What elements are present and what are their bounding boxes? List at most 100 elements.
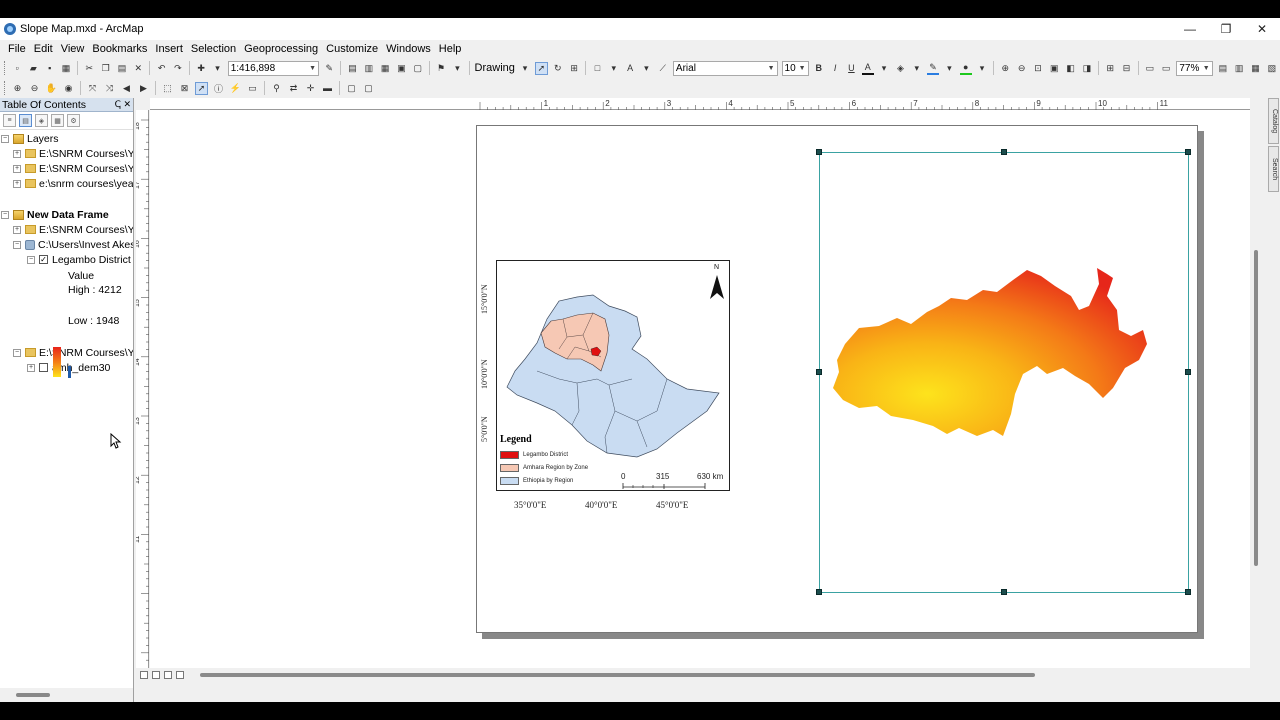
- layers-group-row[interactable]: − Layers: [1, 131, 59, 146]
- resize-handle[interactable]: [1185, 149, 1191, 155]
- find-route-icon[interactable]: ⇄: [287, 82, 300, 95]
- arctoolbox-icon[interactable]: ▣: [395, 62, 407, 75]
- resize-handle[interactable]: [1185, 369, 1191, 375]
- chevron-down-icon[interactable]: ▾: [976, 62, 988, 75]
- fixed-zoom-out-icon[interactable]: ⤨: [103, 82, 116, 95]
- rotate-icon[interactable]: ↻: [552, 62, 564, 75]
- scrollbar-thumb[interactable]: [16, 693, 50, 697]
- select-features-icon[interactable]: ⬚: [161, 82, 174, 95]
- redo-icon[interactable]: ↷: [172, 62, 184, 75]
- save-icon[interactable]: ▪: [44, 62, 56, 75]
- chevron-down-icon[interactable]: ▾: [878, 62, 890, 75]
- toolbar-grip[interactable]: [4, 61, 7, 75]
- search-tab[interactable]: Search: [1268, 146, 1279, 192]
- list-by-visibility-icon[interactable]: ◈: [35, 114, 48, 127]
- legambo-layer-row[interactable]: − ✓ Legambo District: [27, 252, 131, 267]
- previous-extent-icon[interactable]: ◧: [1064, 62, 1076, 75]
- bold-button[interactable]: B: [813, 62, 825, 75]
- chevron-down-icon[interactable]: ▾: [640, 62, 652, 75]
- toolbar-grip[interactable]: [4, 81, 7, 95]
- export-icon[interactable]: ▧: [1266, 62, 1278, 75]
- layout-toolbar-icon[interactable]: ▦: [1249, 62, 1261, 75]
- font-name-combo[interactable]: Arial ▼: [672, 60, 778, 76]
- rectangle-icon[interactable]: □: [591, 62, 603, 75]
- hyperlink-icon[interactable]: ⚡: [229, 82, 242, 95]
- layout-page[interactable]: N Legend Legambo District Amhara Region …: [476, 125, 1198, 633]
- data-view-button[interactable]: [140, 671, 148, 679]
- inset-map-frame[interactable]: N Legend Legambo District Amhara Region …: [496, 260, 730, 491]
- list-by-source-icon[interactable]: ▤: [19, 114, 32, 127]
- italic-button[interactable]: I: [829, 62, 841, 75]
- resize-handle[interactable]: [1001, 149, 1007, 155]
- measure-icon[interactable]: ▬: [321, 82, 334, 95]
- expand-toggle-icon[interactable]: +: [27, 363, 35, 372]
- new-text-icon[interactable]: A: [624, 62, 636, 75]
- model-builder-icon[interactable]: ⚑: [435, 62, 447, 75]
- layer-visibility-checkbox[interactable]: [39, 363, 48, 372]
- clear-selection-icon[interactable]: ⊠: [178, 82, 191, 95]
- python-window-icon[interactable]: ▢: [412, 62, 424, 75]
- list-by-selection-icon[interactable]: ▦: [51, 114, 64, 127]
- toc-layer-row[interactable]: + e:\snrm courses\year: [13, 176, 133, 191]
- zoom-out-icon[interactable]: ⊖: [28, 82, 41, 95]
- pan-page-icon[interactable]: ▭: [1144, 62, 1156, 75]
- next-extent-icon[interactable]: ◨: [1081, 62, 1093, 75]
- back-arrow-icon[interactable]: ◀: [120, 82, 133, 95]
- resize-handle[interactable]: [816, 369, 822, 375]
- minimize-button[interactable]: —: [1172, 18, 1208, 40]
- line-color-icon[interactable]: ✎: [926, 62, 940, 75]
- edit-vertices-icon[interactable]: ⟋: [657, 62, 669, 75]
- menu-customize[interactable]: Customize: [322, 40, 382, 58]
- create-viewer-icon[interactable]: ▢: [362, 82, 375, 95]
- change-layout-icon[interactable]: ▤: [1217, 62, 1229, 75]
- catalog-tab[interactable]: Catalog: [1268, 98, 1279, 144]
- table-of-contents-icon[interactable]: ▤: [346, 62, 358, 75]
- expand-toggle-icon[interactable]: +: [13, 179, 21, 188]
- menu-edit[interactable]: Edit: [30, 40, 57, 58]
- collapse-toggle-icon[interactable]: −: [27, 255, 35, 264]
- editor-toolbar-icon[interactable]: ✎: [323, 62, 335, 75]
- expand-toggle-icon[interactable]: +: [13, 149, 21, 158]
- identify-icon[interactable]: ⓘ: [212, 82, 225, 95]
- toc-pin-close-buttons[interactable]: ↅ ✕: [115, 99, 131, 110]
- resize-handle[interactable]: [816, 589, 822, 595]
- collapse-toggle-icon[interactable]: −: [13, 240, 21, 249]
- toggle-draft-icon[interactable]: ⊞: [1104, 62, 1116, 75]
- toc-layer-row[interactable]: + E:\SNRM Courses\Yea: [13, 161, 133, 176]
- new-document-icon[interactable]: ▫: [11, 62, 23, 75]
- zoom-page-icon[interactable]: ▭: [1160, 62, 1172, 75]
- chevron-down-icon[interactable]: ▾: [519, 62, 531, 75]
- find-icon[interactable]: ⚲: [270, 82, 283, 95]
- map-scale-combo[interactable]: 1:416,898 ▼: [227, 60, 320, 76]
- chevron-down-icon[interactable]: ▾: [608, 62, 620, 75]
- print-icon[interactable]: ▦: [60, 62, 72, 75]
- forward-arrow-icon[interactable]: ▶: [137, 82, 150, 95]
- layout-view-button[interactable]: [152, 671, 160, 679]
- collapse-toggle-icon[interactable]: −: [1, 134, 9, 143]
- font-size-combo[interactable]: 10 ▼: [781, 60, 809, 76]
- html-popup-icon[interactable]: ▭: [246, 82, 259, 95]
- zoom-in-fixed-icon[interactable]: ⊕: [999, 62, 1011, 75]
- expand-toggle-icon[interactable]: +: [13, 225, 21, 234]
- resize-handle[interactable]: [1001, 589, 1007, 595]
- chevron-down-icon[interactable]: ▾: [451, 62, 463, 75]
- undo-icon[interactable]: ↶: [155, 62, 167, 75]
- chevron-down-icon[interactable]: ▾: [211, 62, 223, 75]
- layout-vertical-scrollbar[interactable]: [1250, 110, 1262, 670]
- data-driven-pages-icon[interactable]: ▥: [1233, 62, 1245, 75]
- zoom-out-fixed-icon[interactable]: ⊖: [1015, 62, 1027, 75]
- drawing-menu[interactable]: Drawing: [475, 62, 515, 74]
- menu-view[interactable]: View: [57, 40, 89, 58]
- menu-geoprocessing[interactable]: Geoprocessing: [240, 40, 322, 58]
- copy-icon[interactable]: ❐: [99, 62, 111, 75]
- font-color-icon[interactable]: A: [861, 62, 874, 75]
- toc-layer-row[interactable]: + E:\SNRM Courses\Yea: [13, 222, 133, 237]
- resize-handle[interactable]: [1185, 589, 1191, 595]
- selected-data-frame[interactable]: [816, 149, 1191, 595]
- search-window-icon[interactable]: ▦: [379, 62, 391, 75]
- time-slider-icon[interactable]: ▢: [345, 82, 358, 95]
- catalog-window-icon[interactable]: ▥: [363, 62, 375, 75]
- delete-icon[interactable]: ✕: [132, 62, 144, 75]
- menu-windows[interactable]: Windows: [382, 40, 435, 58]
- chevron-down-icon[interactable]: ▾: [943, 62, 955, 75]
